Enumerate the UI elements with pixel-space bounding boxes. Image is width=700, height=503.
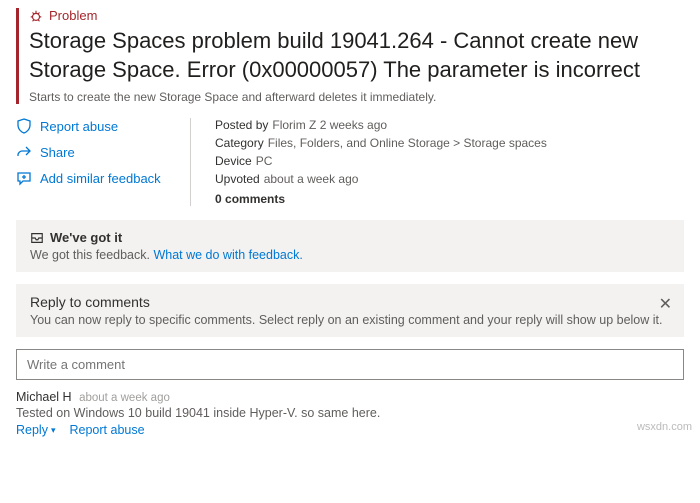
category-value: Files, Folders, and Online Storage > Sto… (268, 136, 547, 150)
posted-by-value: Florim Z 2 weeks ago (272, 118, 387, 132)
problem-tag: Problem (29, 8, 684, 23)
comment-input[interactable] (16, 349, 684, 380)
vertical-divider (190, 118, 191, 206)
device-value: PC (256, 154, 273, 168)
comment-item: Michael H about a week ago Tested on Win… (16, 390, 684, 437)
comment-time: about a week ago (79, 392, 170, 404)
share-link[interactable]: Share (16, 144, 166, 160)
report-abuse-label: Report abuse (40, 119, 118, 134)
page-subtitle: Starts to create the new Storage Space a… (29, 90, 684, 104)
posted-by-label: Posted by (215, 118, 268, 132)
inbox-icon (30, 231, 44, 245)
comments-count: 0 comments (215, 192, 547, 206)
feedback-icon (16, 170, 32, 186)
comment-author: Michael H (16, 390, 72, 404)
problem-label: Problem (49, 8, 97, 23)
category-label: Category (215, 136, 264, 150)
gotit-title: We've got it (50, 230, 122, 245)
reply-banner-title: Reply to comments (30, 294, 670, 310)
what-we-do-link[interactable]: What we do with feedback. (153, 248, 302, 262)
meta-details: Posted by Florim Z 2 weeks ago Category Fi… (215, 118, 547, 206)
device-label: Device (215, 154, 252, 168)
close-icon[interactable]: ✕ (659, 294, 672, 314)
add-similar-label: Add similar feedback (40, 171, 161, 186)
comment-report-abuse-link[interactable]: Report abuse (70, 423, 145, 437)
bug-icon (29, 9, 43, 23)
upvoted-value: about a week ago (264, 172, 359, 186)
reply-link[interactable]: Reply▾ (16, 423, 56, 437)
weve-got-it-box: We've got it We got this feedback. What … (16, 220, 684, 272)
reply-to-comments-box: ✕ Reply to comments You can now reply to… (16, 284, 684, 337)
share-label: Share (40, 145, 75, 160)
page-title: Storage Spaces problem build 19041.264 -… (29, 27, 684, 84)
upvoted-label: Upvoted (215, 172, 260, 186)
watermark: wsxdn.com (637, 421, 692, 433)
comment-body: Tested on Windows 10 build 19041 inside … (16, 406, 684, 420)
share-icon (16, 144, 32, 160)
reply-banner-text: You can now reply to specific comments. … (30, 313, 670, 327)
shield-icon (16, 118, 32, 134)
add-similar-feedback-link[interactable]: Add similar feedback (16, 170, 166, 186)
chevron-down-icon: ▾ (51, 425, 56, 436)
gotit-text: We got this feedback. (30, 248, 153, 262)
report-abuse-link[interactable]: Report abuse (16, 118, 166, 134)
